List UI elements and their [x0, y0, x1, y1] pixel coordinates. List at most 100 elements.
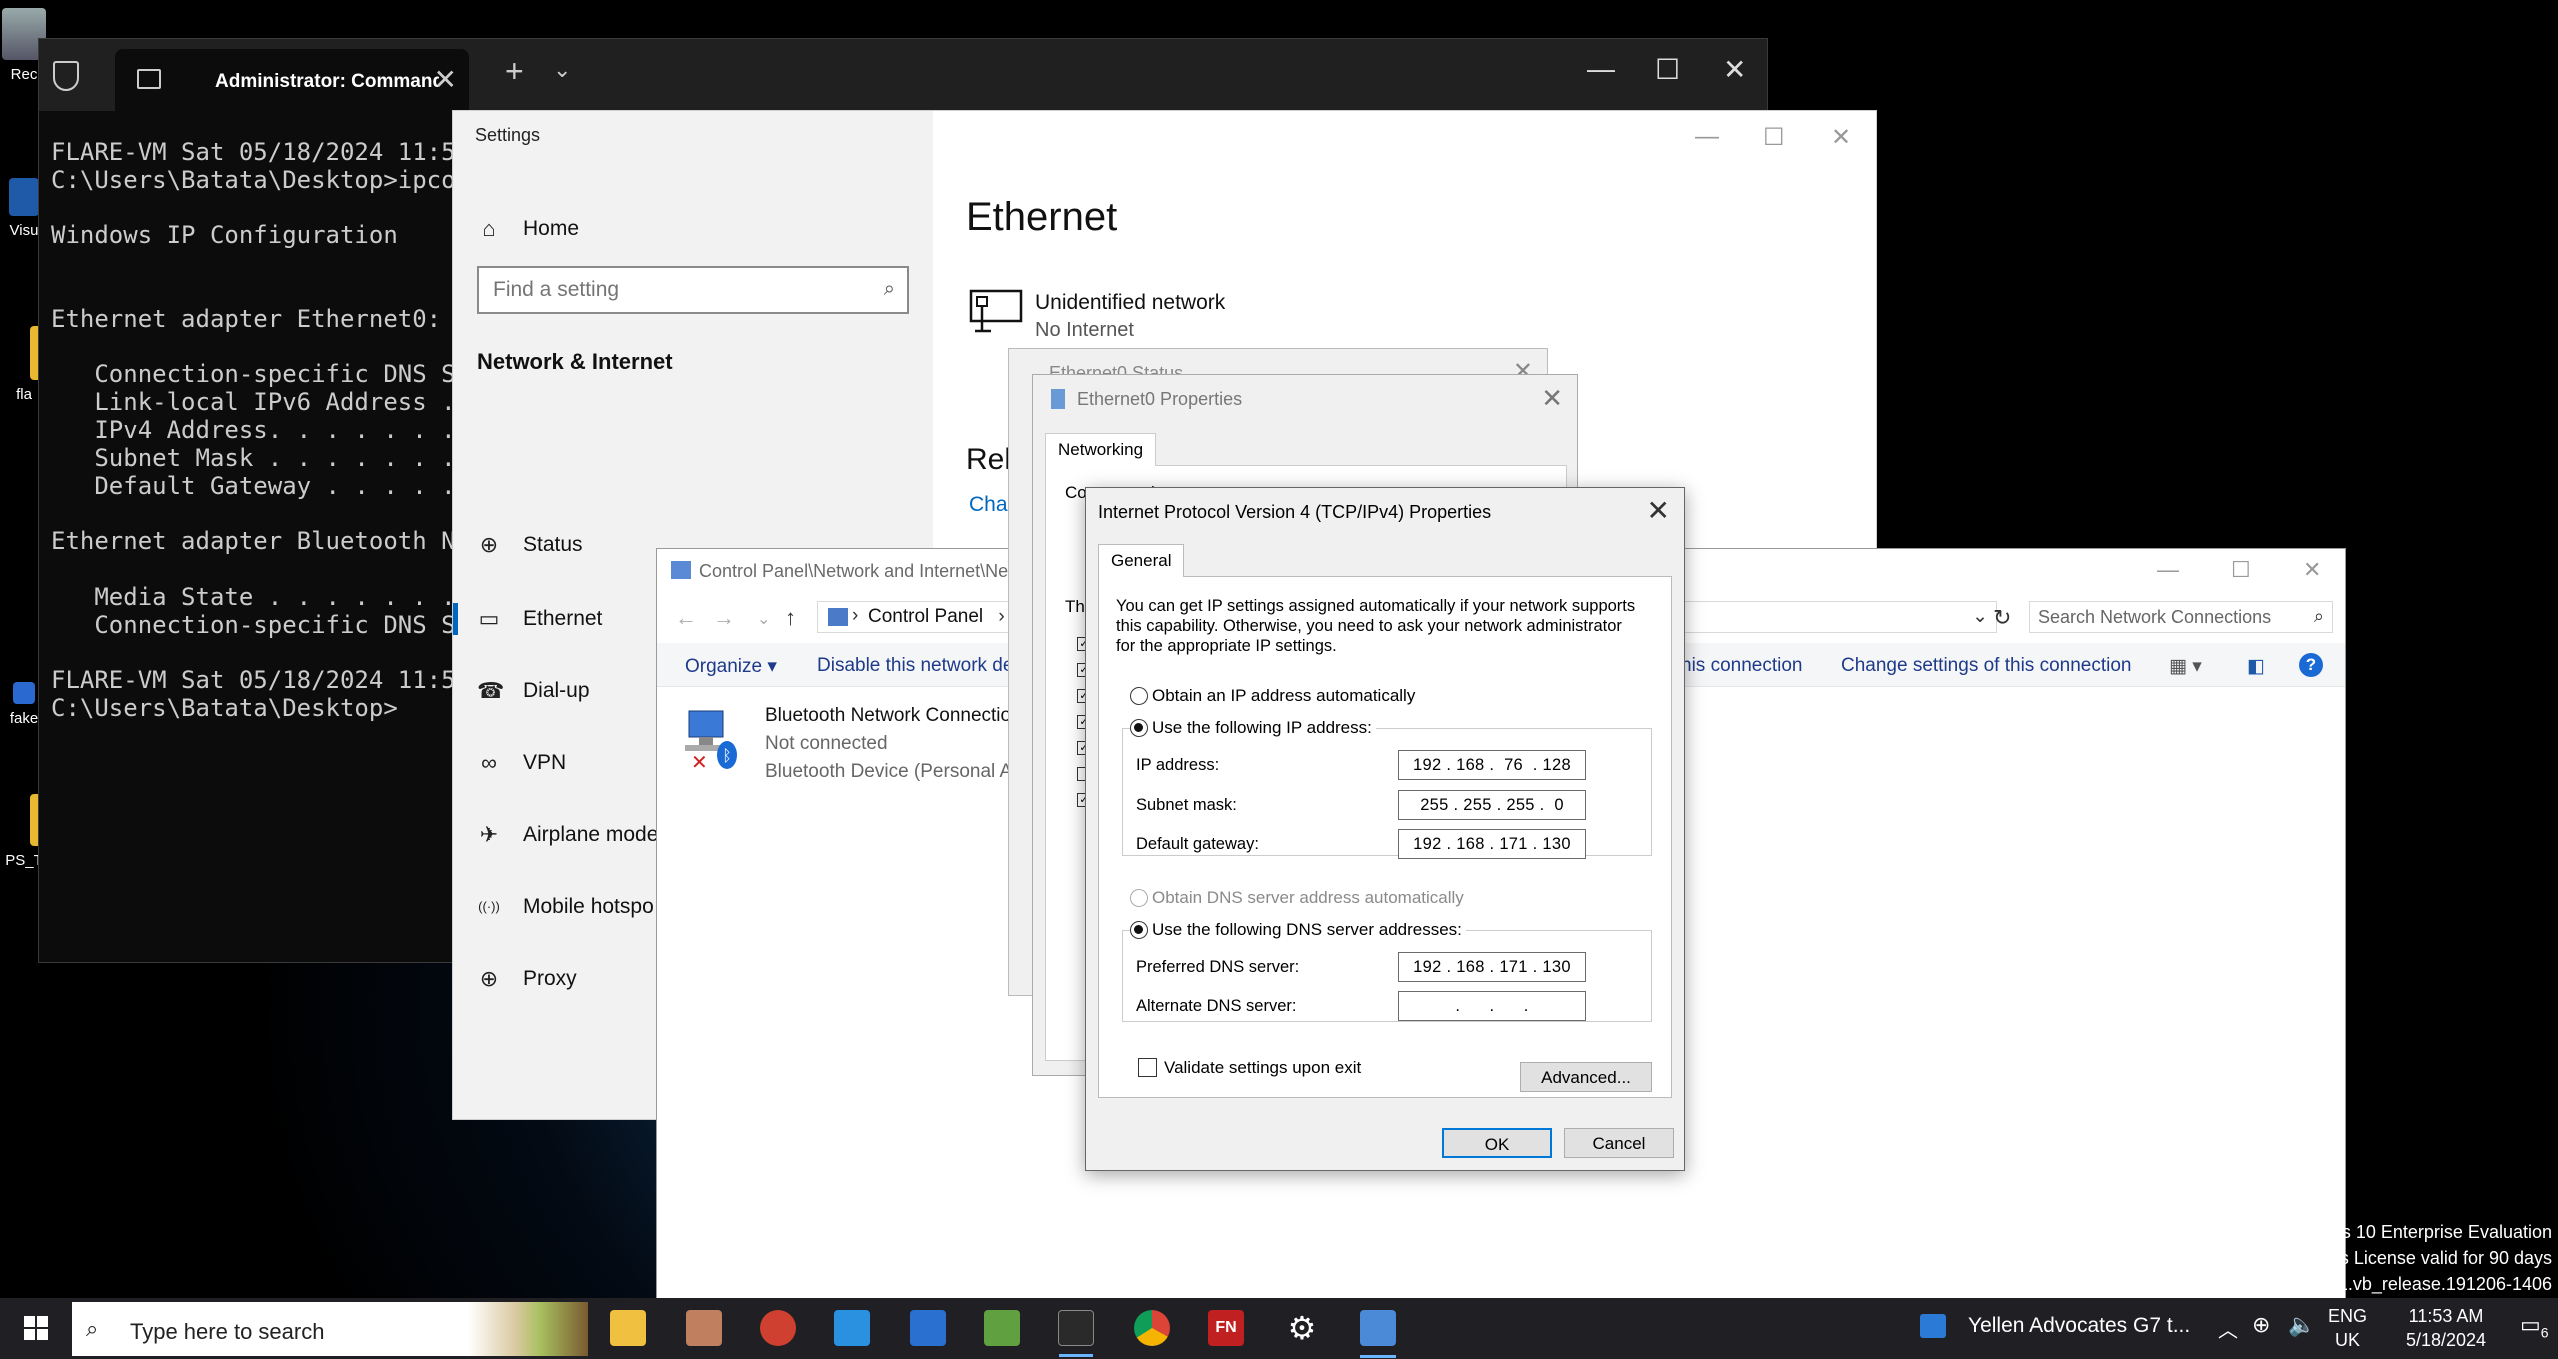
terminal-tab[interactable]: Administrator: Command Pror ✕: [115, 49, 469, 111]
preferred-dns-field[interactable]: 192 . 168 . 171 . 130: [1398, 952, 1586, 982]
maximize-button[interactable]: ☐: [2231, 557, 2251, 583]
volume-icon[interactable]: 🔈: [2288, 1312, 2315, 1338]
back-arrow-icon[interactable]: ←: [675, 605, 697, 631]
change-settings-button[interactable]: Change settings of this connection: [1841, 655, 2131, 677]
ok-button[interactable]: OK: [1442, 1128, 1552, 1158]
close-button[interactable]: ✕: [1647, 494, 1670, 527]
app-search-icon[interactable]: [834, 1310, 870, 1346]
language-code: ENG: [2328, 1306, 2368, 1326]
fakenet-icon[interactable]: FN: [1208, 1310, 1244, 1346]
app-portrait-icon[interactable]: [686, 1310, 722, 1346]
shortcut-icon: [13, 682, 35, 704]
search-highlight-image: [468, 1302, 588, 1356]
radio-selected-icon: [1130, 921, 1148, 939]
connection-status: Not connected: [765, 733, 888, 754]
chevron-down-icon[interactable]: ⌄: [553, 57, 571, 83]
alternate-dns-field[interactable]: . . .: [1398, 991, 1586, 1021]
obtain-ip-auto-radio[interactable]: Obtain an IP address automatically: [1130, 686, 1415, 706]
network-status: No Internet: [1035, 319, 1134, 341]
chevron-down-icon[interactable]: ⌄: [1972, 605, 1988, 628]
radio-label: Use the following DNS server addresses:: [1152, 920, 1462, 939]
search-icon: ⌕: [2313, 606, 2324, 626]
terminal-app-icon[interactable]: [1058, 1310, 1094, 1357]
globe-icon: ⊕: [479, 966, 499, 991]
svg-text:ᛒ: ᛒ: [722, 746, 732, 765]
close-button[interactable]: ✕: [2303, 557, 2321, 583]
breadcrumb-separator-icon: ›: [852, 605, 859, 626]
search-network-connections[interactable]: Search Network Connections ⌕: [2029, 601, 2333, 633]
close-button[interactable]: ✕: [1723, 53, 1746, 86]
windows-logo-icon: [24, 1329, 35, 1340]
news-widget[interactable]: Yellen Advocates G7 t...: [1968, 1314, 2190, 1338]
settings-home[interactable]: ⌂ Home: [453, 205, 933, 253]
page-title: Ethernet: [966, 195, 1118, 239]
maximize-button[interactable]: ☐: [1763, 123, 1785, 152]
nav-label: VPN: [523, 751, 567, 774]
preview-pane-icon[interactable]: ◧: [2247, 655, 2265, 678]
alternate-dns-label: Alternate DNS server:: [1136, 997, 1297, 1015]
minimize-button[interactable]: —: [1695, 123, 1719, 151]
file-explorer-icon[interactable]: [610, 1310, 646, 1346]
radio-label: Obtain an IP address automatically: [1152, 686, 1416, 705]
tab-networking[interactable]: Networking: [1045, 433, 1157, 466]
network-name[interactable]: Unidentified network: [1035, 291, 1225, 315]
language-indicator[interactable]: ENG UK: [2328, 1304, 2367, 1352]
network-globe-icon[interactable]: ⊕: [2252, 1312, 2270, 1338]
ip-address-label: IP address:: [1136, 756, 1220, 774]
close-button[interactable]: ✕: [1831, 123, 1851, 152]
control-panel-app-icon[interactable]: [1360, 1310, 1396, 1358]
use-following-ip-radio[interactable]: Use the following IP address:: [1130, 718, 1376, 738]
disable-device-button[interactable]: Disable this network dev: [817, 655, 1023, 677]
start-button[interactable]: [24, 1316, 48, 1340]
tab-general[interactable]: General: [1098, 544, 1185, 577]
maximize-button[interactable]: ☐: [1655, 53, 1680, 86]
minimize-button[interactable]: —: [1587, 53, 1615, 85]
window-title: Control Panel\Network and Internet\Ne: [699, 561, 1009, 581]
connection-name[interactable]: Bluetooth Network Connection: [765, 705, 1022, 727]
windows-logo-icon: [37, 1329, 48, 1340]
taskbar: ⌕ Type here to search FN ⚙ Yellen Advoca…: [0, 1298, 2558, 1359]
close-tab-icon[interactable]: ✕: [434, 63, 457, 96]
validate-settings-label: Validate settings upon exit: [1164, 1058, 1362, 1077]
subnet-mask-field[interactable]: 255 . 255 . 255 . 0: [1398, 790, 1586, 820]
settings-search[interactable]: ⌕: [477, 266, 909, 314]
vpn-icon: ∞: [481, 750, 497, 775]
desktop-icon-label: fake: [9, 710, 39, 727]
recent-dropdown-icon[interactable]: ⌄: [757, 609, 770, 629]
cancel-button[interactable]: Cancel: [1564, 1128, 1674, 1158]
use-following-dns-radio[interactable]: Use the following DNS server addresses:: [1130, 920, 1466, 940]
clock[interactable]: 11:53 AM 5/18/2024: [2380, 1304, 2512, 1352]
breadcrumb[interactable]: Control Panel: [868, 606, 983, 627]
settings-search-input[interactable]: [493, 268, 863, 312]
clock-date: 5/18/2024: [2405, 1330, 2487, 1350]
ipv4-properties-dialog[interactable]: Internet Protocol Version 4 (TCP/IPv4) P…: [1085, 487, 1685, 1171]
app-chart-icon[interactable]: [910, 1310, 946, 1346]
validate-settings-checkbox[interactable]: [1138, 1058, 1157, 1077]
ethernet-monitor-icon: [969, 289, 1023, 333]
ip-address-field[interactable]: 192 . 168 . 76 . 128: [1398, 750, 1586, 780]
notification-icon: ▭: [2520, 1312, 2541, 1337]
close-button[interactable]: ✕: [1541, 383, 1563, 414]
taskbar-search[interactable]: ⌕ Type here to search: [72, 1302, 588, 1356]
app-editor-icon[interactable]: [984, 1310, 1020, 1346]
radio-icon: [1130, 889, 1148, 907]
help-icon[interactable]: ?: [2299, 653, 2323, 677]
window-title: Settings: [475, 125, 541, 145]
minimize-button[interactable]: —: [2157, 557, 2179, 583]
organize-button[interactable]: Organize ▾: [685, 655, 777, 678]
view-options-icon[interactable]: ▦ ▾: [2169, 655, 2202, 678]
notification-center[interactable]: ▭6: [2520, 1312, 2549, 1340]
new-tab-button[interactable]: +: [505, 53, 524, 90]
forward-arrow-icon[interactable]: →: [713, 605, 735, 631]
default-gateway-field[interactable]: 192 . 168 . 171 . 130: [1398, 829, 1586, 859]
refresh-icon[interactable]: ↻: [1993, 605, 2011, 631]
connection-button[interactable]: his connection: [1681, 655, 1802, 677]
settings-gear-icon[interactable]: ⚙: [1284, 1310, 1320, 1346]
chrome-icon[interactable]: [1134, 1310, 1170, 1346]
os-watermark: ws 10 Enterprise Evaluation vs License v…: [2329, 1222, 2552, 1295]
show-hidden-icons[interactable]: ︿: [2218, 1314, 2238, 1343]
up-arrow-icon[interactable]: ↑: [785, 605, 796, 631]
clock-time: 11:53 AM: [2408, 1306, 2484, 1326]
advanced-button[interactable]: Advanced...: [1520, 1062, 1652, 1092]
app-red-icon[interactable]: [760, 1310, 796, 1346]
